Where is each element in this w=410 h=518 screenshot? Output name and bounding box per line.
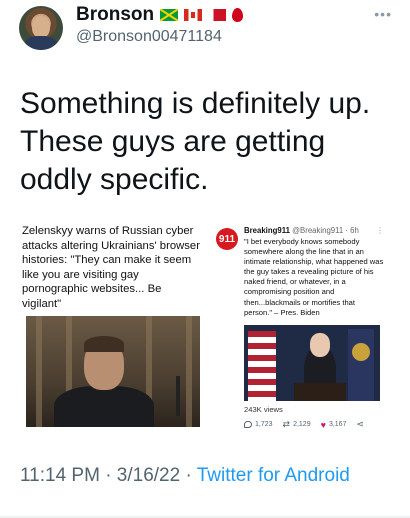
avatar-body bbox=[25, 36, 57, 50]
zelenskyy-photo[interactable] bbox=[26, 316, 200, 427]
photo-person-head bbox=[310, 333, 330, 357]
photo-seal bbox=[352, 343, 370, 361]
embedded-reply-button[interactable]: 1,723 bbox=[244, 421, 273, 428]
embedded-more-icon[interactable]: ⋮ bbox=[376, 226, 384, 235]
photo-podium bbox=[294, 383, 346, 401]
author-name-row: Bronson bbox=[76, 4, 244, 26]
heart-icon: ♥ bbox=[320, 419, 326, 430]
tweet-time-date[interactable]: 11:14 PM · 3/16/22 · bbox=[20, 465, 197, 486]
photo-us-flag bbox=[248, 331, 276, 401]
embedded-action-bar: 1,723 ⇄ 2,129 ♥ 3,167 ⋖ bbox=[244, 419, 364, 430]
retweet-count: 2,129 bbox=[293, 421, 311, 428]
background-beam bbox=[36, 316, 42, 427]
embedded-like-button[interactable]: ♥ 3,167 bbox=[321, 420, 347, 430]
author-display-name[interactable]: Bronson bbox=[76, 4, 154, 26]
share-icon: ⋖ bbox=[356, 419, 365, 429]
tweet-text: Something is definitely up. These guys a… bbox=[20, 87, 371, 196]
tweet-timestamp-row: 11:14 PM · 3/16/22 · Twitter for Android bbox=[20, 463, 400, 488]
left-meme-card: Zelenskyy warns of Russian cyber attacks… bbox=[22, 224, 202, 439]
canada-flag-icon bbox=[184, 9, 203, 21]
embedded-retweet-button[interactable]: ⇄ 2,129 bbox=[283, 419, 311, 430]
reply-count: 1,723 bbox=[255, 421, 273, 428]
breaking911-logo[interactable]: 911 bbox=[216, 228, 238, 250]
embedded-author-name[interactable]: Breaking911 bbox=[244, 226, 290, 235]
photo-navy-flag bbox=[348, 329, 374, 401]
drop-of-blood-icon bbox=[232, 8, 244, 22]
author-handle[interactable]: @Bronson00471184 bbox=[76, 28, 222, 46]
photo-suit bbox=[54, 386, 154, 427]
embedded-tweet-header: Breaking911 @Breaking911 · 6h bbox=[244, 226, 359, 235]
biden-photo[interactable] bbox=[244, 325, 380, 401]
embedded-views: 243K views bbox=[244, 405, 283, 414]
embedded-author-handle[interactable]: @Breaking911 · 6h bbox=[292, 226, 359, 235]
avatar-face bbox=[32, 16, 50, 38]
more-options-icon[interactable]: ••• bbox=[374, 6, 392, 22]
embedded-share-button[interactable]: ⋖ bbox=[356, 419, 364, 430]
photo-hair bbox=[84, 336, 124, 352]
bahrain-flag-icon bbox=[208, 9, 227, 21]
left-card-headline: Zelenskyy warns of Russian cyber attacks… bbox=[22, 225, 200, 310]
like-count: 3,167 bbox=[328, 421, 347, 428]
embedded-tweet-card: 911 Breaking911 @Breaking911 · 6h ⋮ "I b… bbox=[214, 222, 384, 437]
reply-icon bbox=[244, 421, 252, 428]
background-beam bbox=[186, 316, 192, 427]
tweet-source-link[interactable]: Twitter for Android bbox=[197, 465, 350, 486]
photo-microphone bbox=[176, 376, 180, 416]
jamaica-flag-icon bbox=[160, 9, 179, 21]
author-avatar[interactable] bbox=[19, 6, 63, 50]
retweet-icon: ⇄ bbox=[282, 419, 291, 429]
embedded-tweet-text: "I bet everybody knows somebody somewher… bbox=[244, 237, 384, 317]
